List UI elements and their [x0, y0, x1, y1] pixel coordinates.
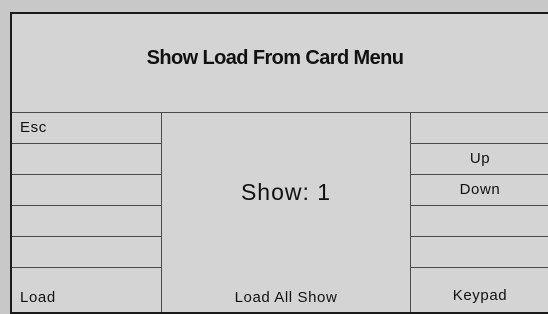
menu-panel: Show Load From Card Menu Esc Load Show: … — [10, 12, 548, 314]
right-soft-key-1[interactable] — [411, 113, 548, 144]
left-soft-key-5[interactable] — [12, 237, 161, 268]
down-button[interactable]: Down — [411, 175, 548, 206]
load-button[interactable]: Load — [20, 285, 161, 311]
title-bar: Show Load From Card Menu — [12, 14, 548, 113]
right-button-column: Up Down Keypad — [410, 113, 548, 312]
left-soft-key-3[interactable] — [12, 175, 161, 206]
up-button[interactable]: Up — [411, 144, 548, 175]
esc-button[interactable]: Esc — [12, 113, 161, 144]
left-soft-key-2[interactable] — [12, 144, 161, 175]
right-soft-key-4[interactable] — [411, 206, 548, 237]
left-button-column: Esc Load — [12, 113, 162, 312]
load-all-show-button[interactable]: Load All Show — [162, 285, 410, 311]
keypad-button[interactable]: Keypad — [411, 283, 548, 309]
left-soft-key-4[interactable] — [12, 206, 161, 237]
menu-title: Show Load From Card Menu — [146, 47, 404, 69]
right-soft-key-5[interactable] — [411, 237, 548, 268]
show-number-display: Show: 1 — [240, 179, 332, 205]
